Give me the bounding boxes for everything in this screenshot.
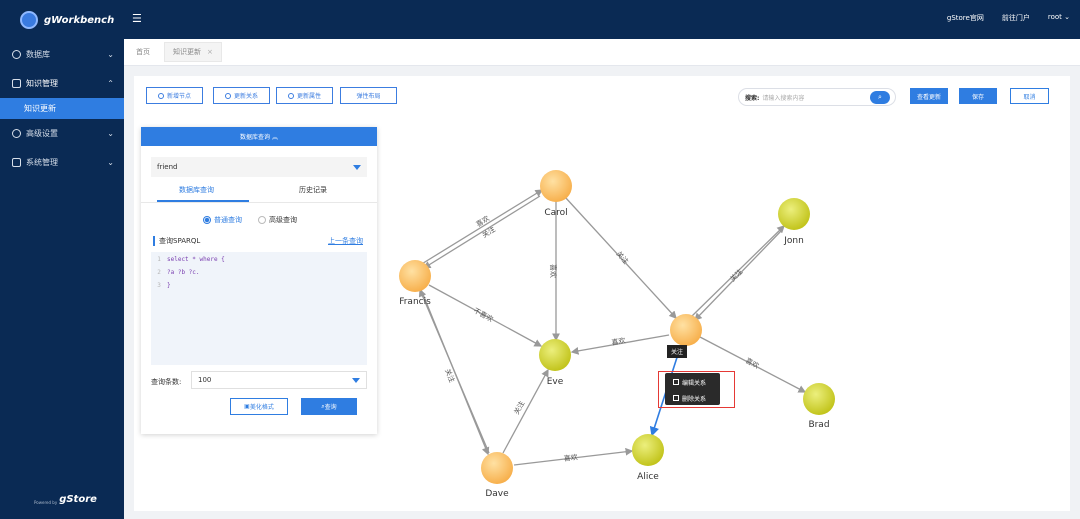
count-label: 查询条数:	[151, 378, 182, 386]
node-label-eve: Eve	[547, 377, 564, 387]
panel-header[interactable]: 数据库查询 ︽	[141, 127, 377, 146]
node-label-jonn: Jonn	[783, 236, 804, 246]
line-number: 3	[157, 282, 161, 289]
button-label: 美化格式	[249, 404, 274, 411]
edge-francis-carol[interactable]	[419, 189, 544, 266]
radio-advanced-query[interactable]: 高级查询	[258, 215, 297, 225]
edge-label: 喜欢	[474, 214, 491, 229]
query-title: 查询SPARQL	[153, 236, 200, 246]
radio-normal-query[interactable]: 普通查询	[203, 215, 242, 225]
node-label-brad: Brad	[808, 420, 829, 430]
node-alice[interactable]	[632, 434, 664, 466]
tab-indicator	[157, 200, 249, 202]
count-value: 100	[198, 376, 212, 384]
button-label: 查询	[324, 404, 337, 411]
node-label-carol: Carol	[544, 208, 567, 218]
database-select[interactable]: friend	[151, 157, 367, 177]
code-text: select * where {	[167, 256, 225, 263]
caret-down-icon	[353, 165, 361, 170]
edge-label: 喜欢	[549, 264, 558, 278]
line-number: 2	[157, 269, 161, 276]
edge-dave-eve[interactable]	[502, 368, 549, 454]
radio-dot	[203, 216, 211, 224]
node-center[interactable]	[670, 314, 702, 346]
tab-db-query[interactable]: 数据库查询	[179, 185, 214, 195]
edge-label: 不喜欢	[472, 306, 495, 324]
code-line: 1 select * where {	[151, 252, 367, 265]
radio-dot	[258, 216, 266, 224]
node-eve[interactable]	[539, 339, 571, 371]
line-number: 1	[157, 256, 161, 263]
node-label-francis: Francis	[399, 297, 431, 307]
code-line: 2 ?a ?b ?c.	[151, 265, 367, 278]
last-query-link[interactable]: 上一条查询	[328, 236, 363, 246]
sparql-editor[interactable]: 1 select * where { 2 ?a ?b ?c. 3}	[151, 252, 367, 365]
count-select[interactable]: 100	[191, 371, 367, 389]
edge-label: 喜欢	[563, 452, 578, 463]
code-text: ?a ?b ?c.	[167, 269, 200, 276]
edge-label: 关注	[615, 249, 631, 265]
node-label-alice: Alice	[637, 472, 659, 482]
node-jonn[interactable]	[778, 198, 810, 230]
query-button[interactable]: ⌕ 查询	[301, 398, 357, 415]
node-brad[interactable]	[803, 383, 835, 415]
code-line: 3}	[151, 278, 367, 291]
tab-divider	[141, 202, 377, 203]
node-label-dave: Dave	[485, 489, 509, 499]
caret-down-icon	[352, 378, 360, 383]
code-text: }	[167, 282, 171, 289]
tab-history[interactable]: 历史记录	[299, 185, 327, 195]
edge-label: 喜欢	[611, 336, 626, 347]
query-panel: 数据库查询 ︽ friend 数据库查询 历史记录 普通查询 高级查询 查询SP…	[141, 127, 377, 434]
highlight-box	[658, 371, 735, 408]
node-dave[interactable]	[481, 452, 513, 484]
database-value: friend	[157, 163, 178, 171]
edge-label: 关注	[443, 367, 457, 383]
edge-label: 关注	[728, 267, 744, 283]
node-carol[interactable]	[540, 170, 572, 202]
beautify-button[interactable]: ▣ 美化格式	[230, 398, 288, 415]
edge-tooltip: 关注	[667, 345, 688, 358]
radio-label: 高级查询	[269, 216, 297, 224]
node-francis[interactable]	[399, 260, 431, 292]
radio-label: 普通查询	[214, 216, 242, 224]
